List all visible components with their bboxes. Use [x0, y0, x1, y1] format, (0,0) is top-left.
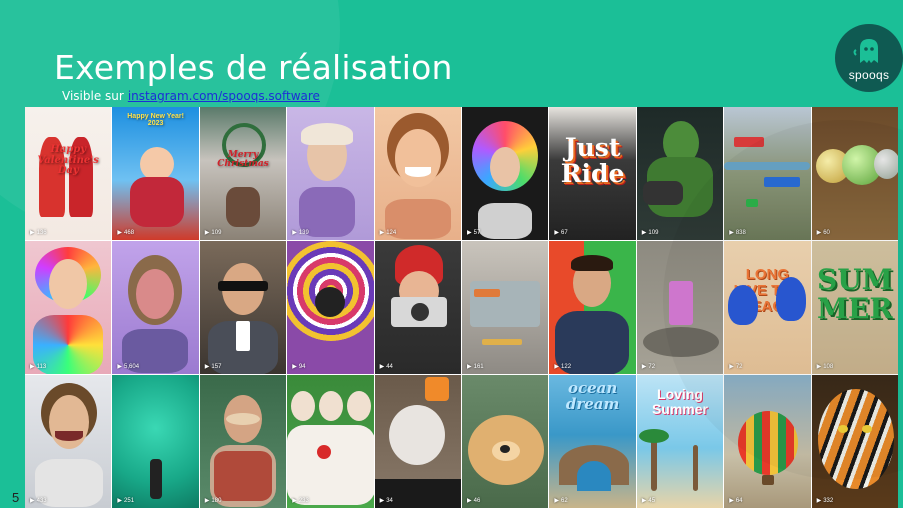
- example-tile[interactable]: ▶ 139: [287, 107, 374, 240]
- example-tile[interactable]: ▶ 94: [287, 241, 374, 374]
- subtitle: Visible sur instagram.com/spooqs.software: [62, 89, 320, 103]
- example-tile[interactable]: ▶ 433: [25, 375, 112, 508]
- example-tile[interactable]: Just Ride ▶ 67: [549, 107, 636, 240]
- example-tile[interactable]: LONG LIVE THE BEACH ▶ 72: [724, 241, 811, 374]
- view-count: ▶ 433: [30, 497, 47, 505]
- view-count: ▶ 60: [816, 229, 830, 237]
- tile-caption: Just Ride: [560, 133, 625, 189]
- logo-text: spooqs: [848, 68, 890, 82]
- example-tile[interactable]: ▶ 57: [462, 107, 549, 240]
- example-tile[interactable]: ocean dream ▶ 62: [549, 375, 636, 508]
- subtitle-prefix: Visible sur: [62, 89, 124, 103]
- example-tile[interactable]: ▶ 838: [724, 107, 811, 240]
- example-tile[interactable]: ▶ 5,604: [112, 241, 199, 374]
- tile-caption: SUM MER: [816, 263, 893, 326]
- tile-caption: Happy Valentine's Day: [37, 144, 99, 176]
- view-count: ▶ 332: [816, 497, 834, 505]
- instagram-link[interactable]: instagram.com/spooqs.software: [128, 89, 320, 103]
- view-count: ▶ 67: [554, 229, 568, 237]
- view-count: ▶ 45: [641, 497, 656, 505]
- example-tile[interactable]: Loving Summer ▶ 45: [636, 375, 724, 508]
- view-count: ▶ 180: [204, 497, 222, 505]
- view-count: ▶ 468: [117, 229, 135, 237]
- tile-caption: ocean dream: [565, 379, 620, 413]
- view-count: ▶ 34: [379, 497, 393, 505]
- example-tile[interactable]: ▶ 113: [25, 241, 112, 374]
- example-tile[interactable]: Merry Christmas ▶ 109: [199, 107, 287, 240]
- page-title: Exemples de réalisation: [54, 48, 453, 87]
- view-count: ▶ 62: [554, 497, 568, 505]
- example-tile[interactable]: ▶ 72: [636, 241, 724, 374]
- view-count: ▶ 109: [204, 229, 222, 237]
- view-count: ▶ 233: [292, 497, 309, 505]
- view-count: ▶ 161: [467, 363, 484, 371]
- example-tile[interactable]: ▶ 332: [811, 375, 898, 508]
- example-tile[interactable]: ▶ 124: [374, 107, 461, 240]
- slide: Exemples de réalisation Visible sur insta…: [0, 0, 903, 508]
- ghost-icon: [853, 39, 878, 63]
- examples-grid: Happy Valentine's Day ▶ 136 Happy New Yea…: [25, 107, 898, 508]
- example-tile[interactable]: ▶ 251: [112, 375, 199, 508]
- example-tile[interactable]: ▶ 46: [462, 375, 549, 508]
- view-count: ▶ 157: [204, 363, 222, 371]
- example-tile[interactable]: SUM MER ▶ 108: [811, 241, 898, 374]
- view-count: ▶ 838: [729, 229, 746, 237]
- view-count: ▶ 72: [729, 363, 743, 371]
- example-tile[interactable]: ▶ 180: [199, 375, 287, 508]
- view-count: ▶ 122: [554, 363, 572, 371]
- view-count: ▶ 136: [30, 229, 47, 237]
- example-tile[interactable]: ▶ 161: [462, 241, 549, 374]
- example-tile[interactable]: ▶ 233: [287, 375, 374, 508]
- view-count: ▶ 72: [641, 363, 656, 371]
- view-count: ▶ 46: [467, 497, 481, 505]
- view-count: ▶ 124: [379, 229, 397, 237]
- example-tile[interactable]: ▶ 109: [636, 107, 724, 240]
- example-tile[interactable]: ▶ 34: [374, 375, 461, 508]
- example-tile[interactable]: ▶ 60: [811, 107, 898, 240]
- view-count: ▶ 44: [379, 363, 393, 371]
- tile-caption: Loving Summer: [651, 386, 708, 417]
- page-number: 5: [12, 490, 20, 505]
- view-count: ▶ 109: [641, 229, 659, 237]
- tile-caption: Happy New Year! 2023: [127, 113, 184, 128]
- view-count: ▶ 251: [117, 497, 135, 505]
- view-count: ▶ 94: [292, 363, 306, 371]
- view-count: ▶ 139: [292, 229, 309, 237]
- example-tile[interactable]: ▶ 64: [724, 375, 811, 508]
- example-tile[interactable]: ▶ 157: [199, 241, 287, 374]
- example-tile[interactable]: ▶ 122: [549, 241, 636, 374]
- view-count: ▶ 5,604: [117, 363, 140, 371]
- tile-caption: LONG LIVE THE BEACH: [733, 266, 802, 315]
- view-count: ▶ 64: [729, 497, 743, 505]
- example-tile[interactable]: Happy Valentine's Day ▶ 136: [25, 107, 112, 240]
- example-tile[interactable]: Happy New Year! 2023 ▶ 468: [112, 107, 199, 240]
- example-tile[interactable]: ▶ 44: [374, 241, 461, 374]
- spooqs-logo: spooqs: [835, 24, 903, 92]
- view-count: ▶ 108: [816, 363, 834, 371]
- view-count: ▶ 57: [467, 229, 481, 237]
- tile-caption: Merry Christmas: [217, 150, 269, 170]
- view-count: ▶ 113: [30, 363, 47, 371]
